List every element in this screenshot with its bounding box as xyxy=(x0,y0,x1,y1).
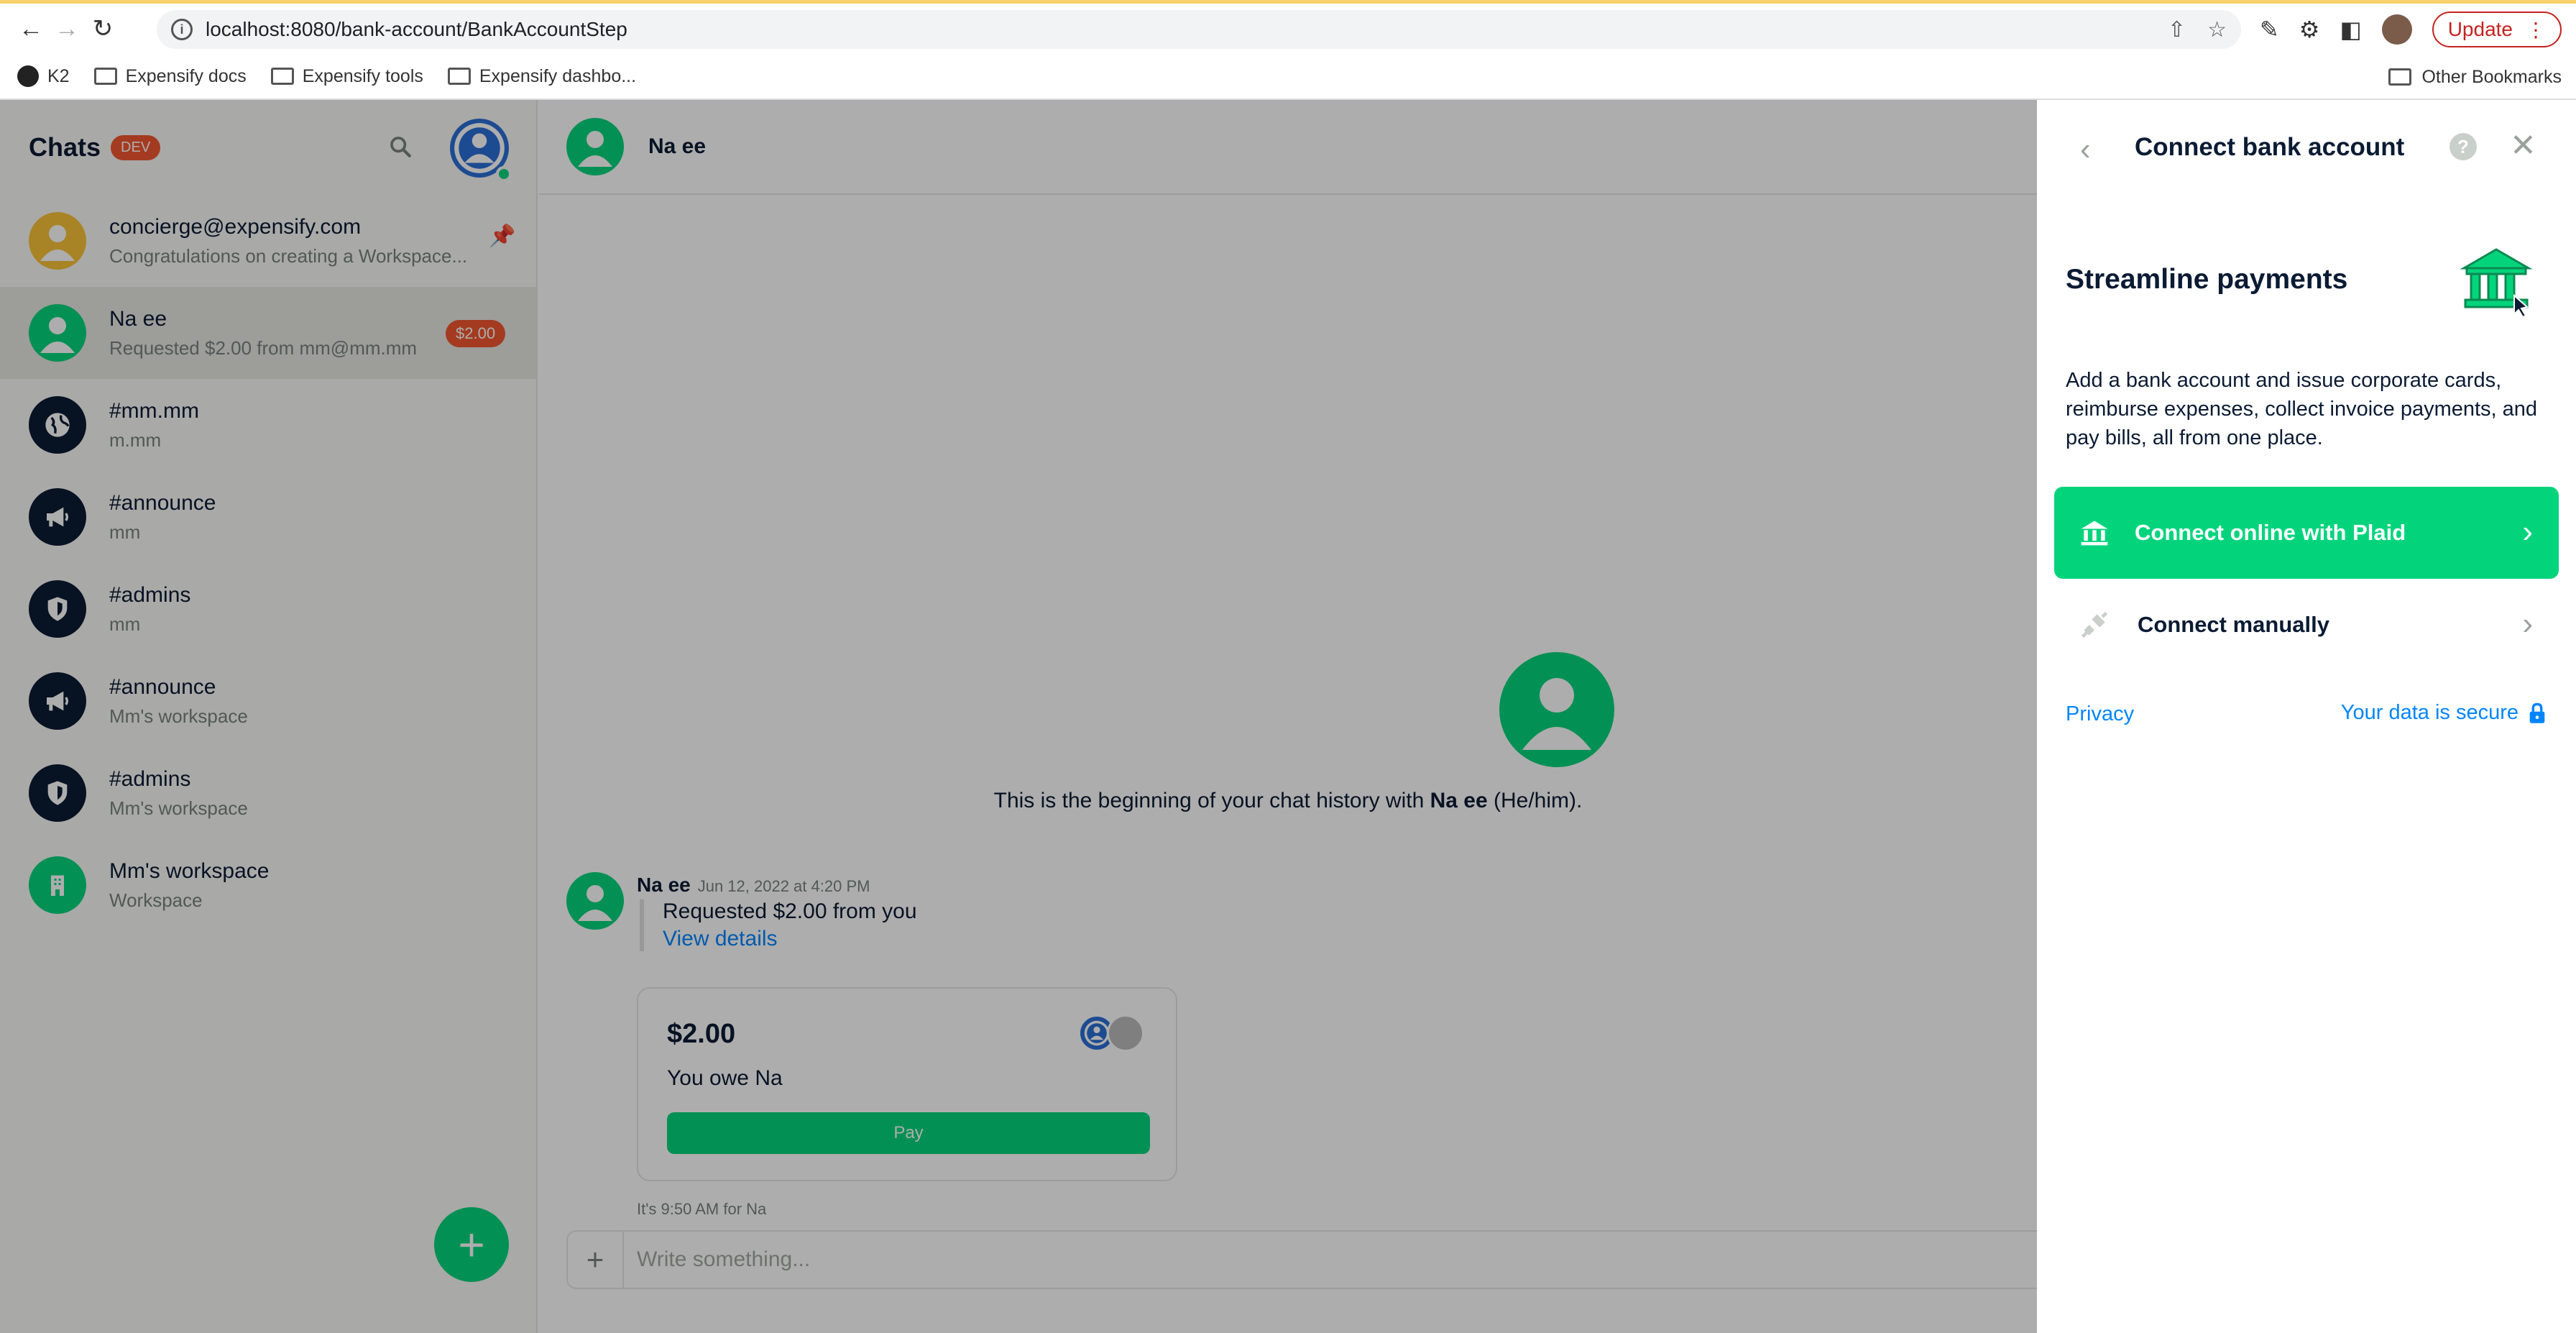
panel-title: Connect bank account xyxy=(2135,133,2405,161)
connect-manually-button[interactable]: Connect manually › xyxy=(2054,579,2559,671)
bank-icon xyxy=(2081,521,2108,546)
close-icon[interactable]: ✕ xyxy=(2510,127,2536,164)
bookmark-expensify-tools[interactable]: Expensify tools xyxy=(270,65,423,87)
update-button[interactable]: Update ⋮ xyxy=(2432,12,2562,47)
eyedropper-icon[interactable]: ✎ xyxy=(2260,16,2279,43)
data-secure-link[interactable]: Your data is secure xyxy=(2341,701,2547,725)
connect-bank-panel: ‹ Connect bank account ? ✕ Streamline pa… xyxy=(2037,100,2576,1333)
chevron-right-icon: › xyxy=(2522,514,2533,549)
folder-icon xyxy=(447,68,471,85)
data-secure-label: Your data is secure xyxy=(2340,701,2518,724)
bank-building-icon xyxy=(2460,248,2533,319)
privacy-link[interactable]: Privacy xyxy=(2066,702,2134,726)
connect-plaid-button[interactable]: Connect online with Plaid › xyxy=(2054,487,2559,579)
address-bar[interactable]: i localhost:8080/bank-account/BankAccoun… xyxy=(157,10,2241,49)
profile-avatar[interactable] xyxy=(2381,14,2412,45)
update-label: Update xyxy=(2447,18,2513,40)
bookmark-expensify-dashboard[interactable]: Expensify dashbo... xyxy=(447,65,637,87)
reload-icon[interactable]: ↻ xyxy=(85,11,121,47)
panel-description: Add a bank account and issue corporate c… xyxy=(2066,369,2538,449)
bookmark-expensify-docs[interactable]: Expensify docs xyxy=(93,65,247,87)
back-arrow-icon[interactable]: ← xyxy=(13,11,49,47)
plug-connection-icon xyxy=(2081,611,2108,638)
connect-manually-label: Connect manually xyxy=(2138,612,2329,637)
share-icon[interactable]: ⇧ xyxy=(2168,17,2186,42)
modal-backdrop[interactable] xyxy=(0,100,2037,1333)
folder-icon xyxy=(2388,68,2412,86)
forward-arrow-icon[interactable]: → xyxy=(49,11,85,47)
extensions-puzzle-icon[interactable]: ⚙ xyxy=(2299,16,2320,43)
connect-plaid-label: Connect online with Plaid xyxy=(2135,520,2406,545)
bookmark-label: Expensify tools xyxy=(302,65,423,86)
bookmark-label: Other Bookmarks xyxy=(2421,66,2562,87)
github-icon xyxy=(17,65,39,87)
app-root: Chats DEV concierge@expensify.com Congra… xyxy=(0,100,2576,1333)
browser-toolbar: ← → ↻ i localhost:8080/bank-account/Bank… xyxy=(0,4,2576,54)
folder-icon xyxy=(93,68,117,85)
kebab-menu-icon: ⋮ xyxy=(2526,18,2546,41)
side-panel-icon[interactable]: ◧ xyxy=(2340,16,2361,43)
bookmark-label: Expensify docs xyxy=(125,65,247,86)
site-info-icon[interactable]: i xyxy=(171,19,193,40)
bookmark-star-icon[interactable]: ☆ xyxy=(2207,17,2227,42)
lock-icon xyxy=(2529,702,2545,723)
help-icon[interactable]: ? xyxy=(2450,133,2477,160)
bookmark-label: Expensify dashbo... xyxy=(479,65,637,86)
bookmarks-bar: K2 Expensify docs Expensify tools Expens… xyxy=(0,54,2576,100)
panel-heading: Streamline payments xyxy=(2066,264,2348,295)
address-url[interactable]: localhost:8080/bank-account/BankAccountS… xyxy=(206,18,627,41)
chevron-left-icon[interactable]: ‹ xyxy=(2080,132,2091,168)
bookmark-other[interactable]: Other Bookmarks xyxy=(2388,54,2562,100)
panel-header: ‹ Connect bank account ? ✕ xyxy=(2037,100,2576,195)
folder-icon xyxy=(270,68,294,85)
chevron-right-icon: › xyxy=(2522,606,2533,641)
bookmark-k2[interactable]: K2 xyxy=(17,65,70,87)
bookmark-label: K2 xyxy=(47,65,70,86)
